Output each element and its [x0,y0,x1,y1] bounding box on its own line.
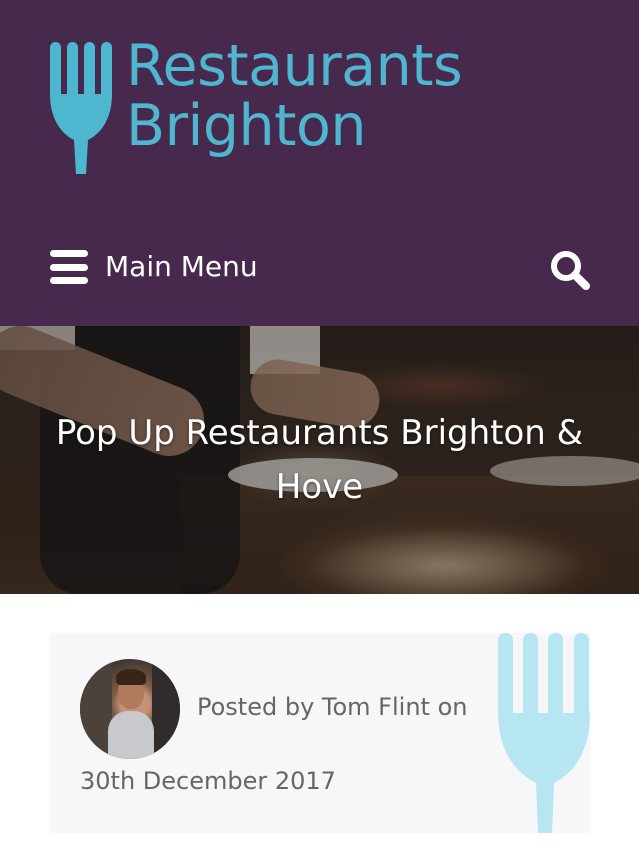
logo-line-1: Restaurants [126,33,463,99]
site-header: Restaurants Brighton Main Menu [0,0,639,326]
logo-line-2: Brighton [126,93,367,159]
site-logo[interactable]: Restaurants Brighton [50,36,530,176]
hamburger-icon [50,250,88,284]
main-menu-label: Main Menu [105,250,258,283]
search-button[interactable] [548,248,592,292]
fork-icon [50,42,112,174]
search-icon [551,251,590,290]
main-menu-button[interactable]: Main Menu [50,245,258,289]
fork-icon [498,633,590,833]
avatar[interactable] [80,659,180,759]
author-card: Posted by Tom Flint on 30th December 201… [50,633,590,833]
hero-banner: Pop Up Restaurants Brighton & Hove [0,326,639,594]
posted-by-text: Posted by Tom Flint on [197,693,468,721]
page-title: Pop Up Restaurants Brighton & Hove [55,413,584,507]
post-date: 30th December 2017 [80,767,336,795]
logo-text: Restaurants Brighton [126,33,463,159]
